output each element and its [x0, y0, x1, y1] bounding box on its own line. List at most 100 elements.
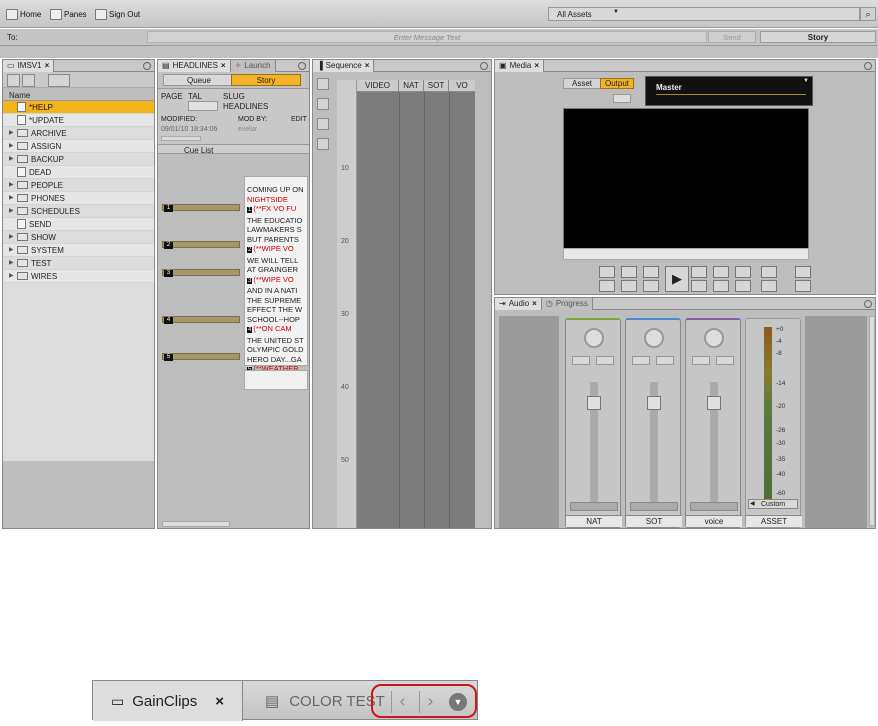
volume-fader-handle[interactable] [587, 396, 601, 410]
tab-gainclips[interactable]: ▭ GainClips × [93, 681, 243, 721]
pane-menu-icon[interactable] [864, 62, 872, 70]
story-text-area[interactable]: COMING UP ON NIGHTSIDE 1 (**FX VO FU THE EDU… [244, 176, 308, 373]
eject-button[interactable] [613, 94, 631, 103]
story-dropdown[interactable]: Story [760, 31, 876, 43]
volume-fader-handle[interactable] [647, 396, 661, 410]
forward-button[interactable] [22, 74, 35, 87]
channel-assign-field[interactable] [570, 502, 618, 511]
folder-list-item[interactable]: SEND [3, 218, 154, 231]
tab-sequence[interactable]: ▐ Sequence × [313, 59, 375, 72]
channel-assign-field[interactable] [690, 502, 738, 511]
expand-arrow-icon[interactable]: ▶ [9, 244, 14, 257]
folder-list-item[interactable]: ▶ SYSTEM [3, 244, 154, 257]
track-nat-header[interactable]: NAT [399, 80, 424, 91]
transport-button[interactable] [735, 280, 751, 292]
play-button[interactable]: ▶ [665, 266, 689, 292]
asset-filter-dropdown[interactable]: All Assets ▼ [548, 7, 860, 21]
custom-dropdown[interactable]: Custom [748, 499, 798, 509]
cue-marker[interactable]: 2 [162, 241, 240, 249]
headlines-scrollbar[interactable] [162, 521, 230, 527]
tal-dropdown[interactable] [188, 101, 218, 111]
tab-scroll-right-button[interactable]: › [419, 691, 441, 713]
asset-toggle[interactable]: Asset [563, 78, 601, 89]
audio-scrollbar[interactable] [869, 316, 875, 526]
cue-marker[interactable]: 1 [162, 204, 240, 212]
mute-button[interactable] [632, 356, 650, 365]
tab-menu-button[interactable]: ▼ [449, 693, 467, 711]
story-text-area-2[interactable] [244, 370, 308, 390]
pane-menu-icon[interactable] [143, 62, 151, 70]
folder-list-item[interactable]: ▶ ASSIGN [3, 140, 154, 153]
film-icon[interactable] [317, 98, 329, 110]
expand-arrow-icon[interactable]: ▶ [9, 153, 14, 166]
transport-button[interactable] [691, 266, 707, 278]
cue-marker[interactable]: 4 [162, 316, 240, 324]
export-icon[interactable] [317, 138, 329, 150]
message-input[interactable]: Enter Message Text [147, 31, 707, 43]
transport-button[interactable] [621, 266, 637, 278]
panes-button[interactable]: Panes [50, 8, 87, 20]
transport-button[interactable] [735, 266, 751, 278]
expand-arrow-icon[interactable]: ▶ [9, 231, 14, 244]
folder-list-item[interactable]: ▶ TEST [3, 257, 154, 270]
name-column-header[interactable]: Name [3, 88, 154, 101]
transport-button[interactable] [621, 280, 637, 292]
back-button[interactable] [7, 74, 20, 87]
pane-menu-icon[interactable] [298, 62, 306, 70]
tab-imsv1[interactable]: ▭ IMSV1 × [3, 59, 55, 72]
cue-marker[interactable]: 5 [162, 353, 240, 361]
mute-button[interactable] [692, 356, 710, 365]
expand-arrow-icon[interactable]: ▶ [9, 140, 14, 153]
folder-list-item[interactable]: ▶ PEOPLE [3, 179, 154, 192]
solo-button[interactable] [716, 356, 734, 365]
expand-arrow-icon[interactable]: ▶ [9, 127, 14, 140]
close-icon[interactable]: × [365, 61, 370, 70]
edit-tool-icon[interactable] [317, 78, 329, 90]
expand-arrow-icon[interactable]: ▶ [9, 205, 14, 218]
tab-audio[interactable]: ⇥ Audio × [495, 297, 542, 310]
clipboard-icon[interactable] [317, 118, 329, 130]
close-icon[interactable]: × [45, 61, 50, 70]
folder-list-item[interactable]: ▶ PHONES [3, 192, 154, 205]
transport-button[interactable] [643, 266, 659, 278]
folder-list-item[interactable]: DEAD [3, 166, 154, 179]
search-icon[interactable]: ⌕ [860, 7, 876, 21]
chevron-down-icon[interactable]: ▼ [803, 78, 809, 84]
expand-arrow-icon[interactable]: ▶ [9, 270, 14, 283]
download-button[interactable] [795, 266, 811, 278]
transport-button[interactable] [599, 266, 615, 278]
expand-arrow-icon[interactable]: ▶ [9, 179, 14, 192]
pane-menu-icon[interactable] [864, 300, 872, 308]
sign-out-button[interactable]: Sign Out [95, 8, 140, 20]
pan-knob[interactable] [644, 328, 664, 348]
volume-fader-handle[interactable] [707, 396, 721, 410]
transport-button[interactable] [761, 266, 777, 278]
tab-scroll-left-button[interactable]: ‹ [391, 691, 413, 713]
channel-assign-field[interactable] [630, 502, 678, 511]
transport-button[interactable] [713, 280, 729, 292]
track-sot-header[interactable]: SOT [424, 80, 449, 91]
tab-headlines[interactable]: ▤ HEADLINES × [158, 59, 231, 72]
solo-button[interactable] [596, 356, 614, 365]
folder-list-item[interactable]: ▶ ARCHIVE [3, 127, 154, 140]
pan-knob[interactable] [584, 328, 604, 348]
folder-list-item[interactable]: ▶ WIRES [3, 270, 154, 283]
tab-media[interactable]: ▣ Media × [495, 59, 545, 72]
solo-button[interactable] [656, 356, 674, 365]
queue-button[interactable]: Queue [163, 74, 235, 86]
scrub-bar[interactable] [563, 248, 809, 260]
expand-arrow-icon[interactable]: ▶ [9, 192, 14, 205]
folder-list-item[interactable]: ▶ SHOW [3, 231, 154, 244]
mute-button[interactable] [572, 356, 590, 365]
send-button[interactable]: Send [708, 31, 756, 43]
refresh-button[interactable] [48, 74, 70, 87]
transport-button[interactable] [643, 280, 659, 292]
output-button[interactable] [795, 280, 811, 292]
slug-value[interactable]: HEADLINES [223, 102, 268, 111]
close-icon[interactable]: × [221, 61, 226, 70]
pane-menu-icon[interactable] [480, 62, 488, 70]
folder-list-item[interactable]: *HELP [3, 101, 154, 114]
form-scrollbar[interactable] [161, 136, 201, 141]
folder-list-item[interactable]: ▶ BACKUP [3, 153, 154, 166]
folder-list-item[interactable]: ▶ SCHEDULES [3, 205, 154, 218]
